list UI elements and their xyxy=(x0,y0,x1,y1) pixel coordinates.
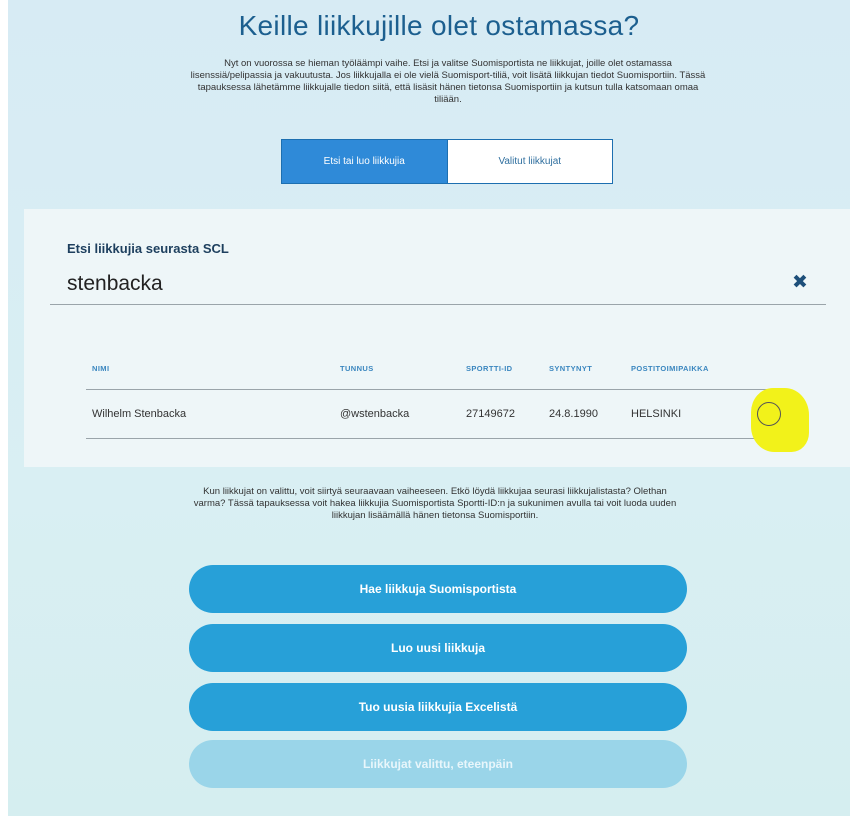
import-excel-button[interactable]: Tuo uusia liikkujia Excelistä xyxy=(189,683,687,731)
select-radio[interactable] xyxy=(757,402,781,426)
header-born: SYNTYNYT xyxy=(549,364,593,373)
search-panel: Etsi liikkujia seurasta SCL ✖ NIMI TUNNU… xyxy=(24,209,850,467)
table-header: NIMI TUNNUS SPORTTI-ID SYNTYNYT POSTITOI… xyxy=(86,359,790,390)
help-text: Kun liikkujat on valittu, voit siirtyä s… xyxy=(193,486,677,521)
header-username: TUNNUS xyxy=(340,364,374,373)
header-city: POSTITOIMIPAIKKA xyxy=(631,364,709,373)
create-athlete-button[interactable]: Luo uusi liikkuja xyxy=(189,624,687,672)
intro-text: Nyt on vuorossa se hieman työläämpi vaih… xyxy=(190,58,706,105)
tab-switcher: Etsi tai luo liikkujia Valitut liikkujat xyxy=(281,139,613,184)
cell-sportti-id: 27149672 xyxy=(466,408,515,420)
search-underline xyxy=(50,304,826,305)
cell-name: Wilhelm Stenbacka xyxy=(92,408,187,420)
search-label: Etsi liikkujia seurasta SCL xyxy=(67,241,229,256)
continue-button[interactable]: Liikkujat valittu, eteenpäin xyxy=(189,740,687,788)
cell-born: 24.8.1990 xyxy=(549,408,598,420)
search-input[interactable] xyxy=(67,271,767,297)
cell-city: HELSINKI xyxy=(631,408,682,420)
table-row[interactable]: Wilhelm Stenbacka @wstenbacka 27149672 2… xyxy=(86,390,790,439)
header-name: NIMI xyxy=(92,364,110,373)
cell-username: @wstenbacka xyxy=(340,408,410,420)
header-sportti-id: SPORTTI-ID xyxy=(466,364,513,373)
close-icon[interactable]: ✖ xyxy=(792,273,812,293)
fetch-from-suomisport-button[interactable]: Hae liikkuja Suomisportista xyxy=(189,565,687,613)
page-title: Keille liikkujille olet ostamassa? xyxy=(238,10,640,41)
tab-selected-athletes[interactable]: Valitut liikkujat xyxy=(446,140,612,183)
tab-search-or-create[interactable]: Etsi tai luo liikkujia xyxy=(282,140,447,183)
